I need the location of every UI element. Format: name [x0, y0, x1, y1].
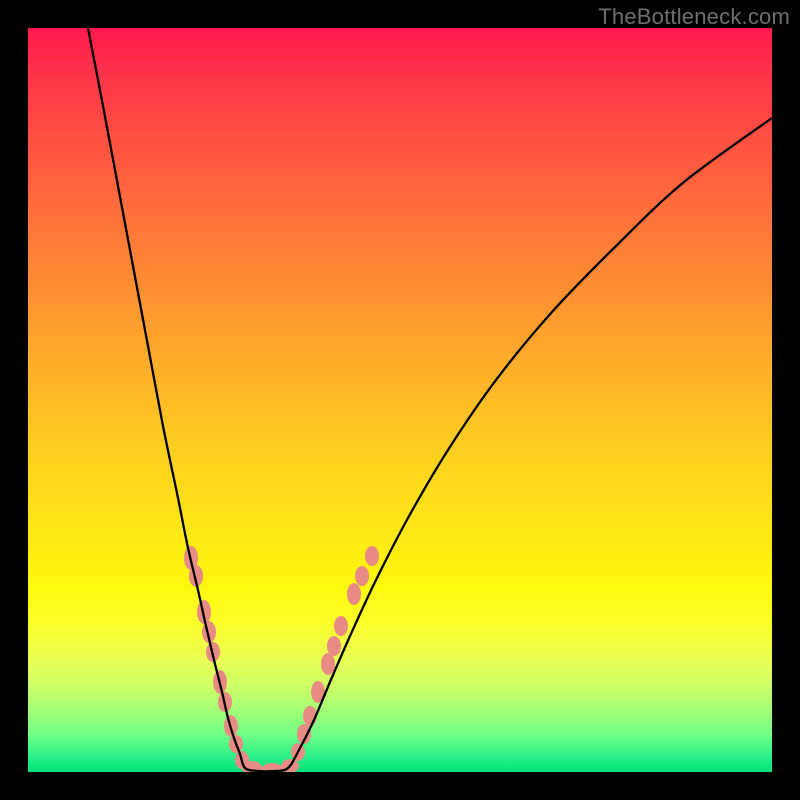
highlight-marker	[365, 546, 379, 566]
highlight-marker	[347, 583, 361, 605]
highlight-marker	[321, 653, 335, 675]
highlight-marker	[334, 616, 348, 636]
highlight-marker	[327, 636, 341, 656]
watermark-text: TheBottleneck.com	[598, 4, 790, 30]
chart-frame	[28, 28, 772, 772]
bottleneck-curve	[88, 28, 772, 771]
highlight-marker	[355, 566, 369, 586]
chart-svg	[28, 28, 772, 772]
